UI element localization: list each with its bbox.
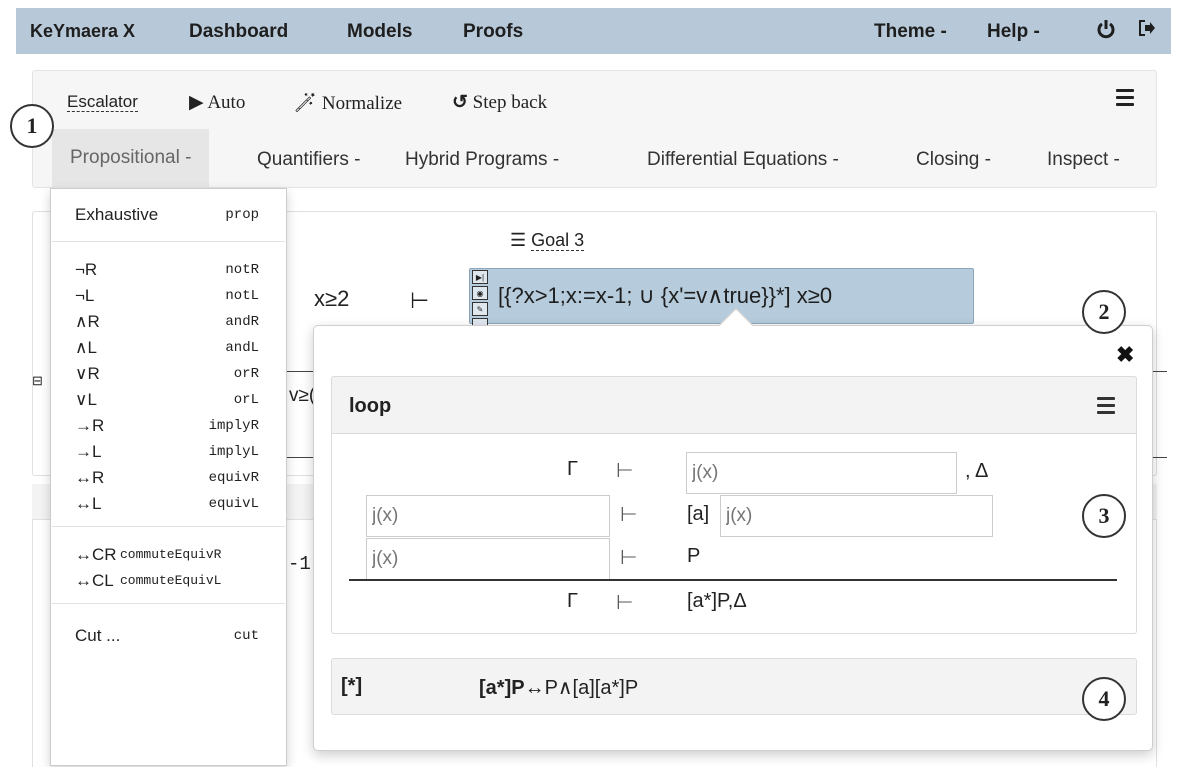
turnstile: ⊢ (616, 592, 634, 614)
menu-inspect[interactable]: Inspect - (1047, 149, 1120, 171)
axiom-name: [*] (341, 675, 363, 697)
premise-delta: , Δ (965, 460, 989, 482)
toolbar-menu-icon[interactable] (1116, 89, 1134, 110)
menu-propositional[interactable]: Propositional - (52, 129, 210, 189)
callout-4: 4 (1082, 677, 1126, 721)
loop-title[interactable]: loop (349, 395, 391, 418)
background-code: -1 (288, 553, 311, 575)
callout-1: 1 (10, 104, 54, 148)
callout-3: 3 (1082, 494, 1126, 538)
conclusion-gamma: Γ (567, 590, 579, 612)
play-icon: ▶ (189, 92, 204, 113)
turnstile: ⊢ (620, 504, 638, 526)
loop-card-header (331, 376, 1137, 434)
separator (52, 526, 285, 527)
turnstile: ⊢ (620, 547, 638, 569)
menu-closing[interactable]: Closing - (916, 149, 991, 171)
edit-icon[interactable]: ✎ (472, 302, 488, 316)
close-icon[interactable]: ✖ (1116, 342, 1134, 368)
hide-icon[interactable]: ◉ (472, 286, 488, 300)
normalize-button[interactable]: 🪄︎ Normalize (293, 91, 402, 115)
turnstile: ⊢ (616, 460, 634, 482)
conclusion-formula: [a*]P,Δ (687, 590, 747, 612)
step-back-button[interactable]: ↺ Step back (452, 91, 547, 114)
tactic-toolbar: Escalator ▶ Auto 🪄︎ Normalize ↺ Step bac… (32, 70, 1157, 189)
separator (52, 241, 285, 242)
loop-menu-icon[interactable] (1097, 397, 1115, 418)
formula-text[interactable]: [{?x>1;x:=x-1; ∪ {x'=v∧true}}*] x≥0 (498, 283, 832, 309)
rule-line (349, 579, 1117, 581)
navbar: KeYmaera X Dashboard Models Proofs Theme… (16, 8, 1171, 54)
power-icon[interactable] (1096, 19, 1116, 47)
axiom-card[interactable] (331, 658, 1137, 715)
separator (52, 603, 285, 604)
invariant-input[interactable] (720, 495, 993, 537)
propositional-dropdown: Exhaustive prop ¬R notR ¬L notL ∧R andR ∧L an… (50, 188, 287, 766)
menu-differential-equations[interactable]: Differential Equations - (647, 149, 839, 171)
antecedent-formula[interactable]: x≥2 (314, 286, 349, 312)
nav-dashboard[interactable]: Dashboard (189, 21, 288, 43)
turnstile: ⊢ (410, 288, 430, 313)
invariant-input[interactable] (366, 495, 610, 537)
callout-2: 2 (1082, 290, 1126, 334)
theme-menu[interactable]: Theme - (874, 21, 947, 43)
nav-proofs[interactable]: Proofs (463, 21, 523, 43)
box-program: [a] (687, 503, 710, 525)
background-formula: v≥( (289, 385, 316, 406)
goal-tab[interactable]: ☰ Goal 3 (510, 230, 585, 251)
help-menu[interactable]: Help - (987, 21, 1040, 43)
menu-quantifiers[interactable]: Quantifiers - (257, 149, 360, 171)
collapse-icon[interactable]: ⊟ (32, 373, 43, 389)
axiom-formula: [a*]P↔P∧[a][a*]P (479, 677, 639, 699)
escalator-link[interactable]: Escalator (67, 91, 138, 113)
postcondition: P (687, 545, 701, 567)
step-icon[interactable]: ▶| (472, 270, 488, 284)
undo-icon: ↺ (452, 92, 468, 113)
logout-icon[interactable] (1138, 19, 1156, 43)
nav-models[interactable]: Models (347, 21, 412, 43)
menu-hybrid-programs[interactable]: Hybrid Programs - (405, 149, 559, 171)
premise-gamma: Γ (567, 458, 579, 480)
brand[interactable]: KeYmaera X (30, 21, 135, 42)
list-icon: ☰ (510, 230, 527, 250)
invariant-input[interactable] (686, 452, 957, 494)
auto-button[interactable]: ▶ Auto (189, 91, 245, 114)
magic-wand-icon: 🪄︎ (293, 93, 318, 114)
invariant-input[interactable] (366, 538, 610, 580)
